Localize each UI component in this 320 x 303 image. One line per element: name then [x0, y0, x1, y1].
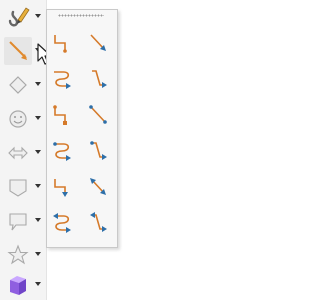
chevron-down-icon[interactable]	[35, 150, 41, 154]
cube-icon	[4, 271, 32, 299]
connector-elbow-arrow-icon[interactable]	[86, 67, 110, 91]
speech-bubble-icon	[4, 207, 32, 235]
basic-shapes-tool[interactable]	[0, 68, 46, 102]
connector-curved-arrow-icon[interactable]	[50, 139, 74, 163]
connector-elbow-arrows-icon[interactable]	[86, 139, 110, 163]
connector-elbow-end-icon[interactable]	[50, 103, 74, 127]
palette-drag-handle[interactable]	[58, 14, 104, 17]
pencil-icon	[4, 3, 32, 31]
connector-palette	[46, 9, 118, 248]
line-arrow-both-icon[interactable]	[86, 175, 110, 199]
star-icon	[4, 241, 32, 269]
symbol-shapes-tool[interactable]	[0, 102, 46, 136]
chevron-down-icon[interactable]	[35, 116, 41, 120]
callouts-tool[interactable]	[0, 204, 46, 238]
pencil-tool[interactable]	[0, 0, 46, 34]
chevron-down-icon[interactable]	[35, 14, 41, 18]
stars-tool[interactable]	[0, 238, 46, 272]
chevron-down-icon[interactable]	[35, 184, 41, 188]
connector-curved-both-icon[interactable]	[50, 211, 74, 235]
line-icon	[4, 37, 32, 65]
line-ends-icon[interactable]	[86, 103, 110, 127]
block-arrows-tool[interactable]	[0, 136, 46, 170]
chevron-down-icon[interactable]	[35, 82, 41, 86]
callout-icon	[4, 173, 32, 201]
connector-elbow-icon[interactable]	[50, 31, 74, 55]
diamond-icon	[4, 71, 32, 99]
smiley-icon	[4, 105, 32, 133]
flowchart-tool[interactable]	[0, 170, 46, 204]
connector-elbow-start-icon[interactable]	[50, 175, 74, 199]
chevron-down-icon[interactable]	[35, 218, 41, 222]
chevron-down-icon[interactable]	[35, 252, 41, 256]
3d-objects-tool[interactable]	[0, 268, 46, 302]
connector-elbow-both-icon[interactable]	[86, 211, 110, 235]
chevron-down-icon[interactable]	[35, 282, 41, 286]
double-arrow-icon	[4, 139, 32, 167]
connector-curved-icon[interactable]	[50, 67, 74, 91]
line-arrow-icon[interactable]	[86, 31, 110, 55]
